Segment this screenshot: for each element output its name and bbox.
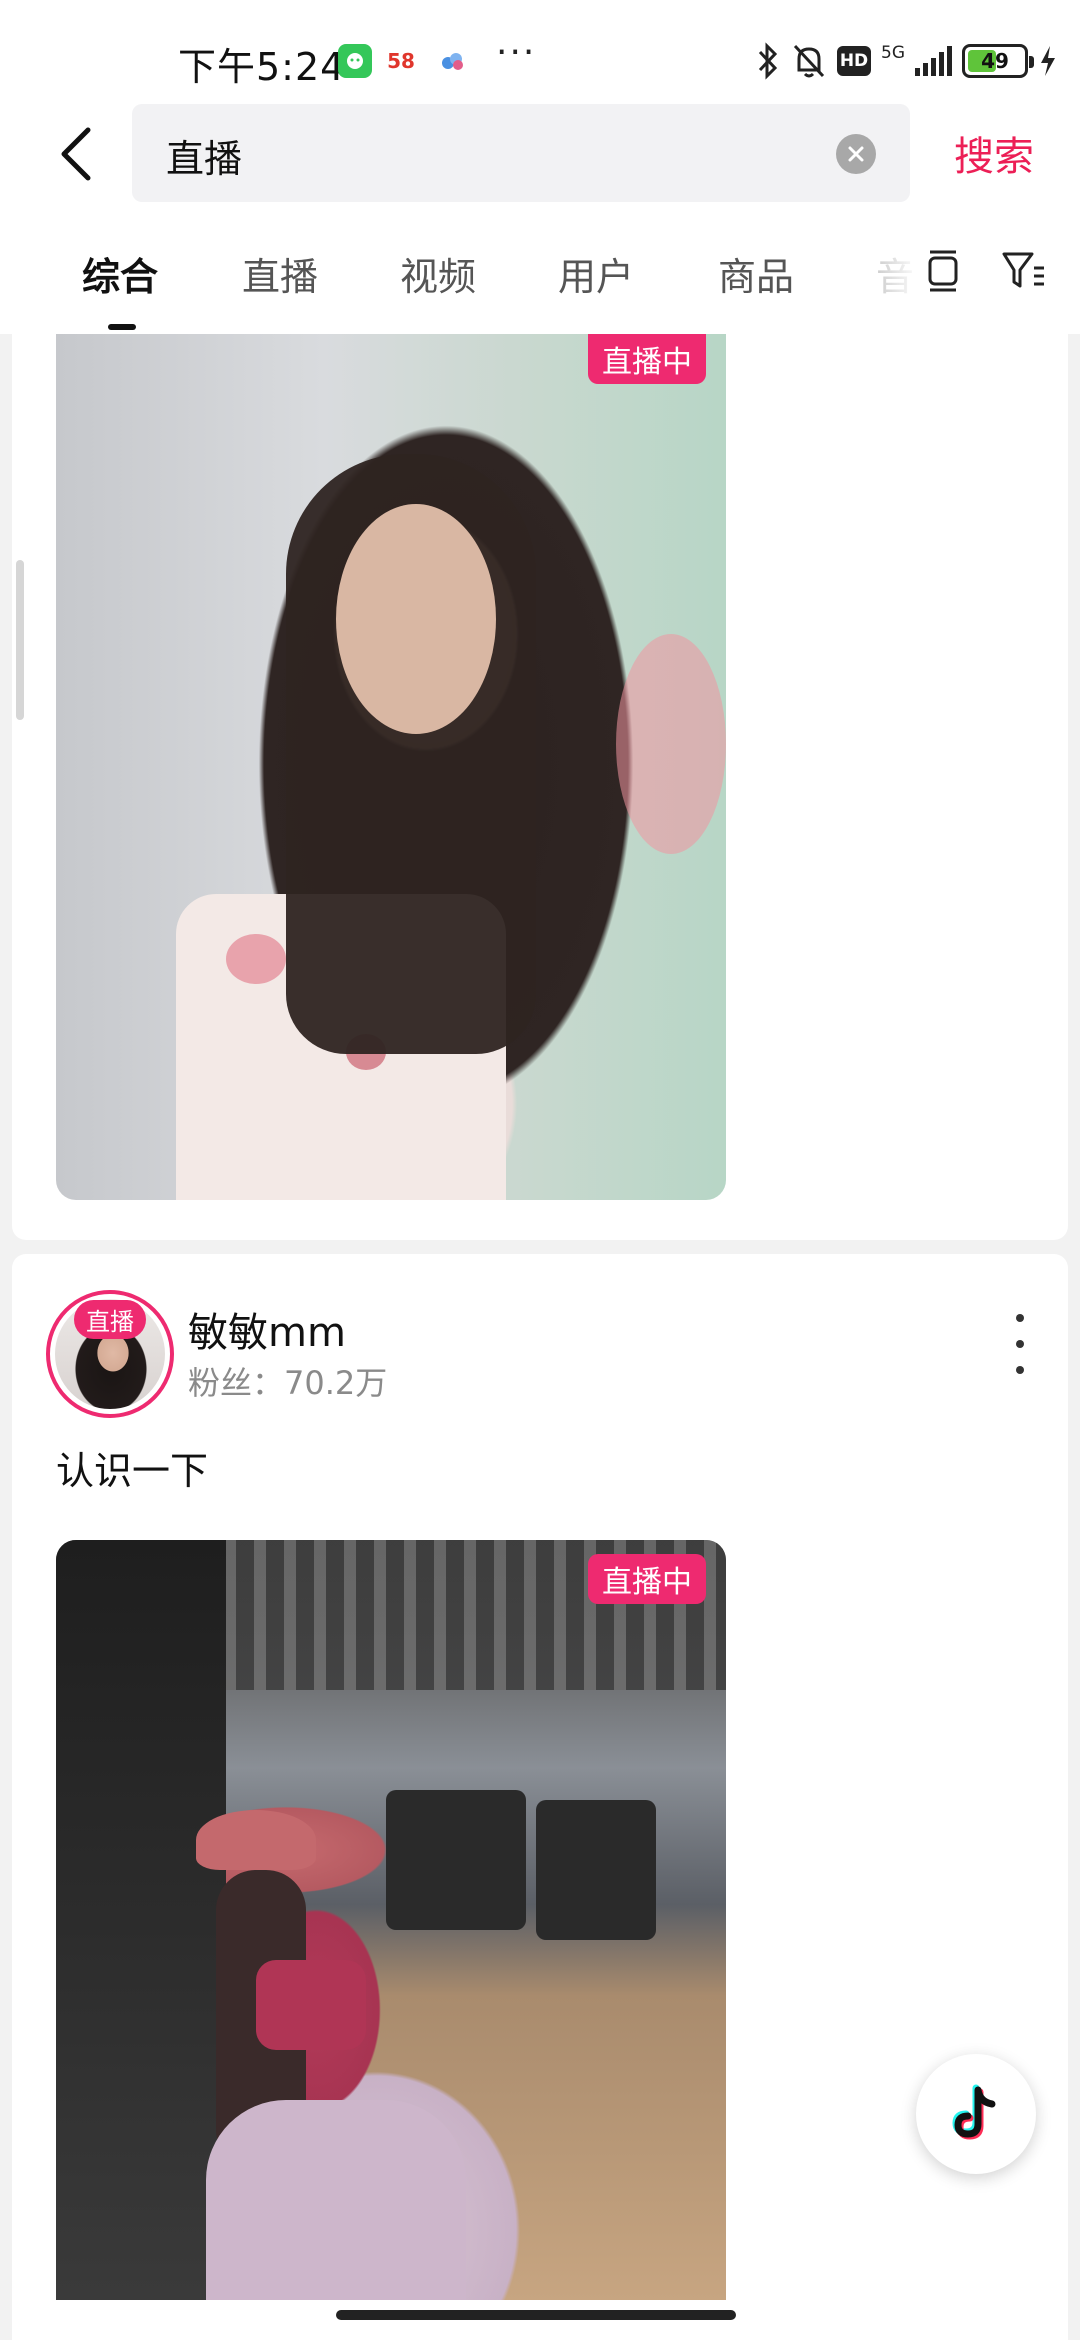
tab-live[interactable]: 直播 — [242, 246, 318, 301]
search-results-screen: 下午5:24 58 ··· HD 5G 49 直播 搜索 综合 直播 视频 用户… — [0, 0, 1080, 2340]
charging-bolt-icon — [1041, 46, 1055, 76]
clear-circle-icon — [848, 146, 864, 162]
app-58-label: 58 — [387, 49, 415, 73]
battery-level: 49 — [981, 49, 1009, 73]
user-name[interactable]: 敏敏mm — [188, 1300, 346, 1358]
scroll-indicator — [16, 560, 24, 720]
back-button[interactable] — [50, 122, 110, 186]
status-bar: 下午5:24 58 ··· HD 5G 49 — [0, 0, 1080, 104]
result-tabs: 综合 直播 视频 用户 商品 音 — [0, 214, 1080, 334]
mute-bell-icon — [793, 44, 825, 78]
tab-video[interactable]: 视频 — [400, 246, 476, 301]
avatar-live-tag: 直播 — [74, 1300, 146, 1339]
search-query: 直播 — [166, 137, 243, 181]
status-time: 下午5:24 — [178, 45, 346, 89]
tab-comprehensive[interactable]: 综合 — [82, 246, 158, 301]
live-stream-cover-1[interactable]: 直播中 — [56, 334, 726, 1200]
status-indicators: HD 5G 49 — [755, 38, 1058, 84]
chevron-left-icon — [61, 127, 91, 181]
avatar[interactable]: 直播 — [46, 1290, 174, 1418]
layout-toggle-button[interactable] — [918, 244, 970, 296]
live-stream-cover-2[interactable]: 直播中 — [56, 1540, 726, 2300]
user-row: 直播 敏敏mm 粉丝：70.2万 — [12, 1254, 1068, 1418]
douyin-logo-icon — [952, 2084, 996, 2140]
more-options-button[interactable] — [1010, 1314, 1030, 1374]
battery-icon: 49 — [962, 44, 1034, 78]
wechat-notification-icon — [338, 44, 372, 78]
network-type: 5G — [881, 43, 905, 63]
live-badge: 直播中 — [588, 334, 706, 384]
hd-badge: HD — [837, 46, 871, 76]
result-card-1: 直播中 — [12, 334, 1068, 1240]
cloud-notification-icon — [436, 44, 470, 78]
follower-count: 粉丝：70.2万 — [188, 1364, 388, 1402]
layout-toggle-icon — [928, 250, 958, 292]
home-indicator[interactable] — [336, 2310, 736, 2320]
search-input[interactable]: 直播 — [132, 104, 910, 202]
filter-icon — [1002, 252, 1044, 288]
douyin-float-button[interactable] — [916, 2054, 1036, 2174]
tab-products[interactable]: 商品 — [718, 246, 794, 301]
bluetooth-icon — [758, 42, 778, 80]
more-notifications-icon: ··· — [496, 32, 537, 73]
search-button[interactable]: 搜索 — [954, 124, 1034, 182]
filter-button[interactable] — [998, 244, 1050, 296]
clear-search-button[interactable] — [836, 134, 876, 174]
signal-strength-icon — [915, 46, 952, 76]
post-caption: 认识一下 — [56, 1449, 209, 1493]
result-card-2[interactable]: 直播 敏敏mm 粉丝：70.2万 认识一下 直播中 — [12, 1254, 1068, 2340]
tab-fade — [860, 214, 920, 324]
search-header: 直播 搜索 — [0, 104, 1080, 214]
tab-users[interactable]: 用户 — [558, 246, 634, 301]
active-tab-indicator — [108, 324, 136, 330]
app-58-notification-icon: 58 — [384, 44, 418, 78]
live-badge: 直播中 — [588, 1554, 706, 1604]
